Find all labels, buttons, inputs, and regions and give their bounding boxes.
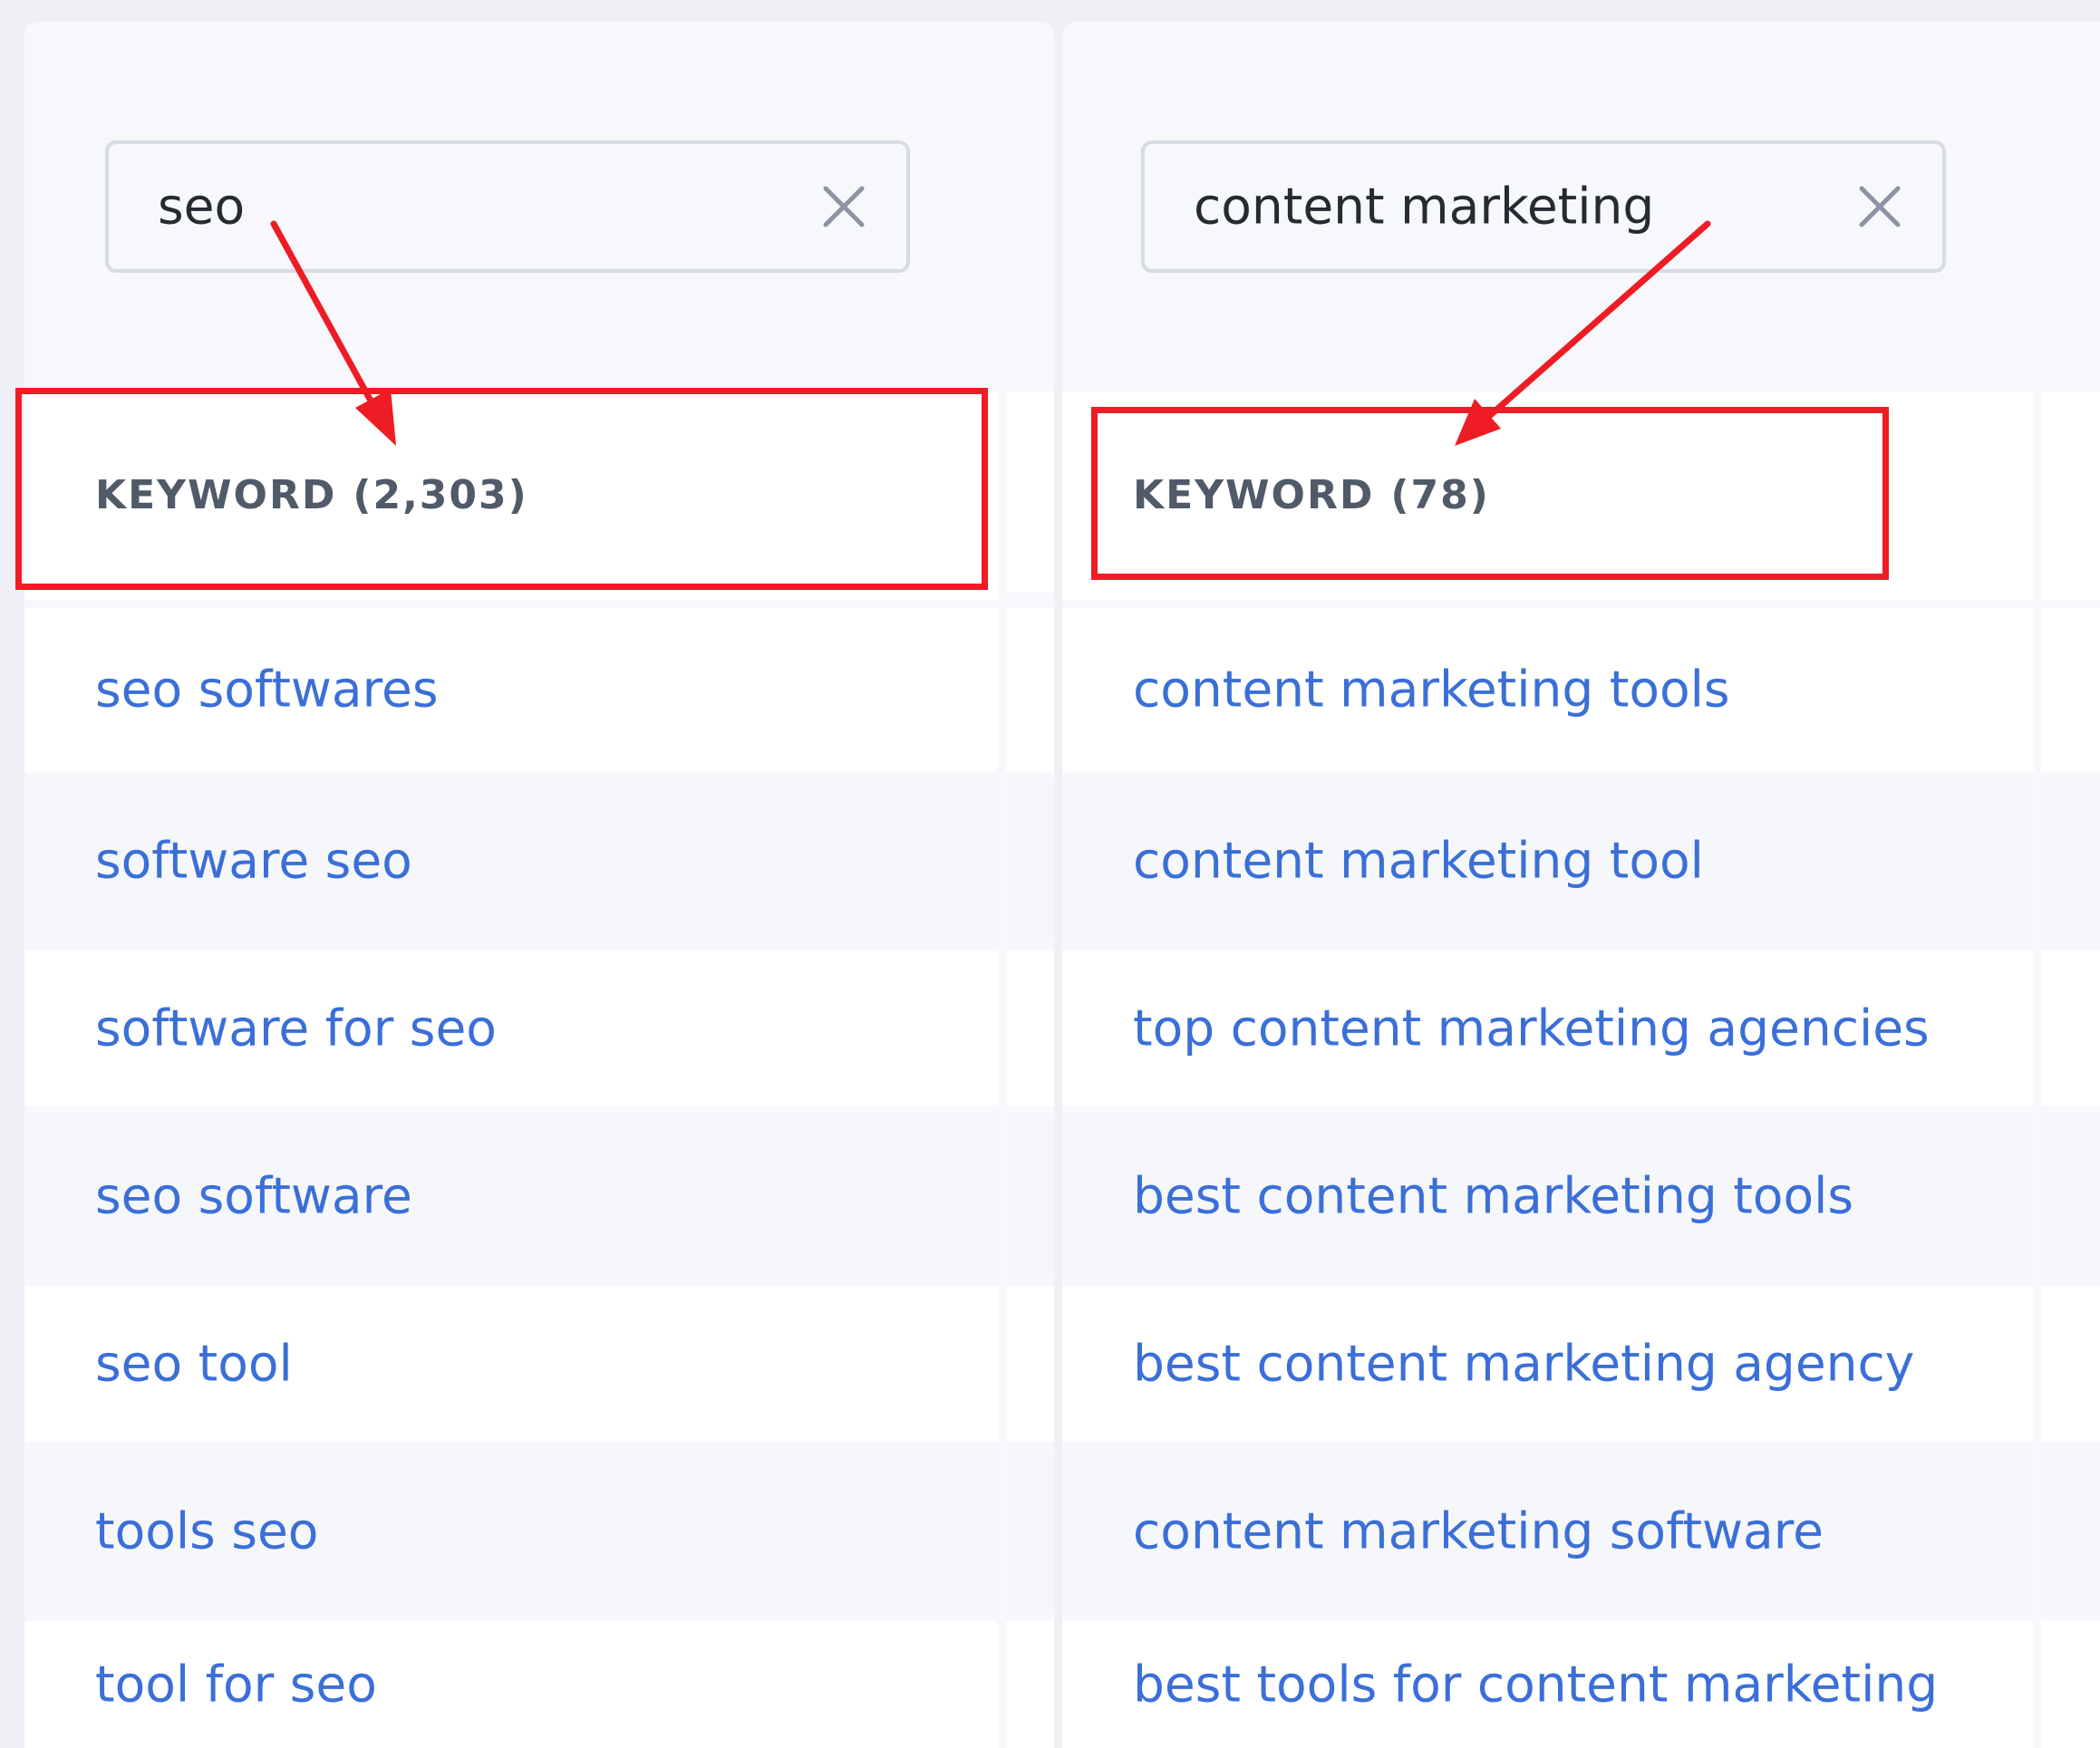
keyword-link[interactable]: software for seo xyxy=(95,1003,497,1054)
column-sliver xyxy=(2041,608,2100,771)
column-sliver xyxy=(1006,1621,1054,1748)
column-sliver xyxy=(1006,951,1054,1106)
table-row[interactable]: seo tool xyxy=(24,1286,998,1442)
table-row[interactable]: best content marketing tools xyxy=(1062,1115,2034,1278)
keyword-link[interactable]: seo tool xyxy=(95,1338,293,1389)
table-row[interactable]: best content marketing agency xyxy=(1062,1286,2034,1442)
column-sliver xyxy=(2041,1621,2100,1748)
close-icon[interactable] xyxy=(820,183,867,230)
table-row[interactable]: content marketing tool xyxy=(1062,779,2034,942)
keyword-link[interactable]: content marketing tools xyxy=(1133,664,1730,715)
table-row[interactable]: tools seo xyxy=(24,1450,998,1613)
column-sliver xyxy=(2041,1450,2100,1613)
keyword-link[interactable]: seo softwares xyxy=(95,664,438,715)
column-sliver xyxy=(2041,1286,2100,1442)
keyword-link[interactable]: seo software xyxy=(95,1171,412,1222)
close-icon[interactable] xyxy=(1856,183,1903,230)
column-sliver xyxy=(1006,779,1054,942)
right-search-value: content marketing xyxy=(1194,177,1655,236)
right-search-input[interactable]: content marketing xyxy=(1141,140,1946,273)
column-sliver xyxy=(2041,391,2100,600)
keyword-link[interactable]: best content marketing agency xyxy=(1133,1338,1914,1389)
table-row[interactable]: seo softwares xyxy=(24,608,998,771)
column-sliver xyxy=(2041,779,2100,942)
column-sliver xyxy=(2041,1115,2100,1278)
table-row[interactable]: content marketing tools xyxy=(1062,608,2034,771)
keyword-link[interactable]: top content marketing agencies xyxy=(1133,1003,1930,1054)
column-sliver xyxy=(2041,951,2100,1106)
left-keyword-panel: seo KEYWORD (2,303) seo softwares softwar… xyxy=(24,22,1054,1748)
annotation-box-right xyxy=(1091,407,1889,580)
column-sliver xyxy=(1006,1115,1054,1278)
keyword-link[interactable]: best content marketing tools xyxy=(1133,1171,1853,1222)
column-sliver xyxy=(1006,608,1054,771)
table-row[interactable]: content marketing software xyxy=(1062,1450,2034,1613)
keyword-link[interactable]: content marketing tool xyxy=(1133,835,1704,886)
table-row[interactable]: top content marketing agencies xyxy=(1062,951,2034,1106)
annotation-box-left xyxy=(15,388,988,590)
column-sliver xyxy=(1006,1286,1054,1442)
column-sliver xyxy=(1006,391,1054,593)
table-row[interactable]: software seo xyxy=(24,779,998,942)
column-sliver xyxy=(1006,1450,1054,1613)
table-row[interactable]: tool for seo xyxy=(24,1621,998,1748)
keyword-link[interactable]: tools seo xyxy=(95,1506,318,1557)
keyword-link[interactable]: software seo xyxy=(95,835,412,886)
right-keyword-panel: content marketing KEYWORD (78) content ma… xyxy=(1062,22,2100,1748)
left-search-input[interactable]: seo xyxy=(105,140,910,273)
keyword-link[interactable]: tool for seo xyxy=(95,1659,377,1710)
left-search-value: seo xyxy=(158,177,246,236)
table-row[interactable]: software for seo xyxy=(24,951,998,1106)
keyword-link[interactable]: best tools for content marketing xyxy=(1133,1659,1938,1710)
table-row[interactable]: best tools for content marketing xyxy=(1062,1621,2034,1748)
keyword-link[interactable]: content marketing software xyxy=(1133,1506,1824,1557)
table-row[interactable]: seo software xyxy=(24,1115,998,1278)
